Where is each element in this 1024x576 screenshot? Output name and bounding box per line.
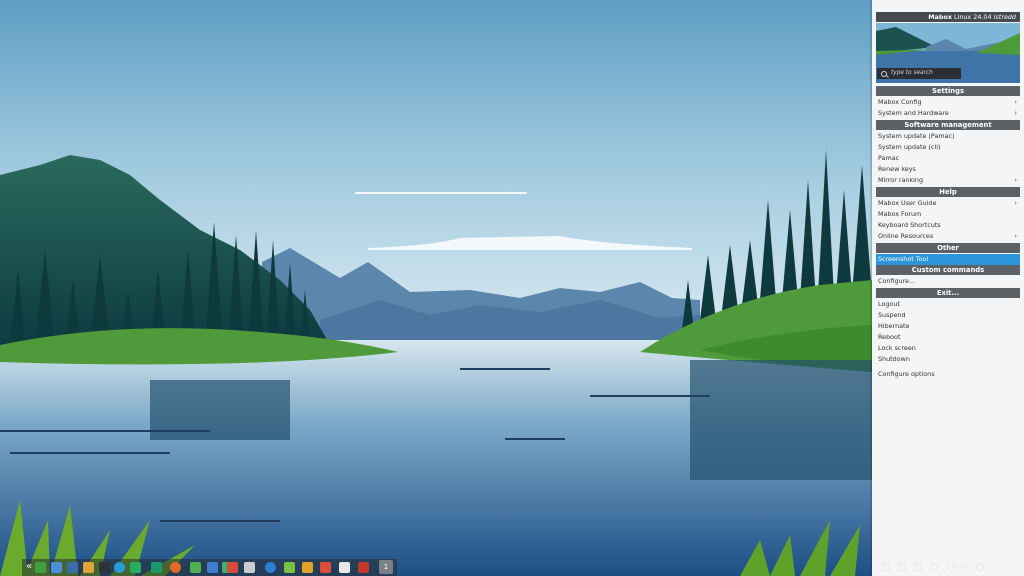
menu-item-update-pamac[interactable]: System update (Pamac) — [876, 131, 1020, 142]
store-icon[interactable] — [151, 562, 162, 573]
menu-item-suspend[interactable]: Suspend — [876, 310, 1020, 321]
monitor-icon[interactable] — [67, 562, 78, 573]
chevron-right-icon: › — [1014, 109, 1017, 117]
power-icon[interactable] — [976, 563, 984, 571]
clock[interactable]: 10:46 — [946, 561, 969, 573]
workspace-button[interactable]: 1 — [379, 560, 393, 574]
menu-item-lock-screen[interactable]: Lock screen — [876, 343, 1020, 354]
globe-icon[interactable] — [114, 562, 125, 573]
section-other: Other — [876, 243, 1020, 253]
menu-item-mabox-config[interactable]: Mabox Config › — [876, 97, 1020, 108]
section-custom: Custom commands — [876, 265, 1020, 275]
terminal-icon[interactable] — [99, 562, 110, 573]
chat-icon[interactable] — [284, 562, 295, 573]
menu-item-shutdown[interactable]: Shutdown — [876, 354, 1020, 365]
menu-item-reboot[interactable]: Reboot — [876, 332, 1020, 343]
menu-item-renew-keys[interactable]: Renew keys — [876, 164, 1020, 175]
thunderbird-icon[interactable] — [265, 562, 276, 573]
search-input[interactable]: type to search — [877, 68, 961, 79]
expand-chevron-icon[interactable]: « — [26, 561, 32, 573]
menu-item-pamac[interactable]: Pamac — [876, 153, 1020, 164]
section-settings: Settings — [876, 86, 1020, 96]
search-icon — [881, 71, 887, 77]
section-software: Software management — [876, 120, 1020, 130]
menu-item-system-hardware[interactable]: System and Hardware › — [876, 108, 1020, 119]
chevron-right-icon: › — [1014, 232, 1017, 240]
folder-icon[interactable] — [83, 562, 94, 573]
writer-icon[interactable] — [207, 562, 218, 573]
camera-icon[interactable] — [930, 563, 938, 571]
menu-item-update-cli[interactable]: System update (cli) — [876, 142, 1020, 153]
menu-item-hibernate[interactable]: Hibernate — [876, 321, 1020, 332]
bottle-icon[interactable] — [244, 562, 255, 573]
clipboard-icon[interactable] — [898, 563, 906, 571]
menu-item-online-resources[interactable]: Online Resources › — [876, 231, 1020, 242]
menu-item-logout[interactable]: Logout — [876, 299, 1020, 310]
section-help: Help — [876, 187, 1020, 197]
desktop-wallpaper — [0, 0, 872, 576]
text-editor-icon[interactable] — [339, 562, 350, 573]
menu-item-screenshot-tool[interactable]: Screenshot Tool — [876, 254, 1020, 265]
image-icon[interactable] — [302, 562, 313, 573]
taskbar: « 1 — [22, 559, 397, 576]
window-icon[interactable] — [51, 562, 62, 573]
files-icon[interactable] — [35, 562, 46, 573]
menu-item-mirror-ranking[interactable]: Mirror ranking › — [876, 175, 1020, 186]
menu-item-keyboard-shortcuts[interactable]: Keyboard Shortcuts — [876, 220, 1020, 231]
screenshot-icon[interactable] — [130, 562, 141, 573]
chevron-right-icon: › — [1014, 98, 1017, 106]
chevron-right-icon: › — [1014, 176, 1017, 184]
menu-item-configure[interactable]: Configure... — [876, 276, 1020, 287]
firefox-icon[interactable] — [170, 562, 181, 573]
volume-icon[interactable] — [914, 563, 922, 571]
video-icon[interactable] — [320, 562, 331, 573]
paint-icon[interactable] — [227, 562, 238, 573]
menu-title: Mabox Linux 24.04 Istredd — [876, 12, 1020, 22]
chevron-right-icon: › — [1014, 199, 1017, 207]
menu-item-configure-options[interactable]: Configure options — [876, 369, 1020, 380]
network-icon[interactable] — [882, 563, 890, 571]
tool-icon[interactable] — [358, 562, 369, 573]
section-exit: Exit... — [876, 288, 1020, 298]
menu-item-user-guide[interactable]: Mabox User Guide › — [876, 198, 1020, 209]
root-menu: Mabox Linux 24.04 Istredd type to search… — [872, 0, 1024, 576]
doc-icon[interactable] — [190, 562, 201, 573]
menu-item-forum[interactable]: Mabox Forum — [876, 209, 1020, 220]
system-tray: 10:46 — [872, 558, 1024, 576]
